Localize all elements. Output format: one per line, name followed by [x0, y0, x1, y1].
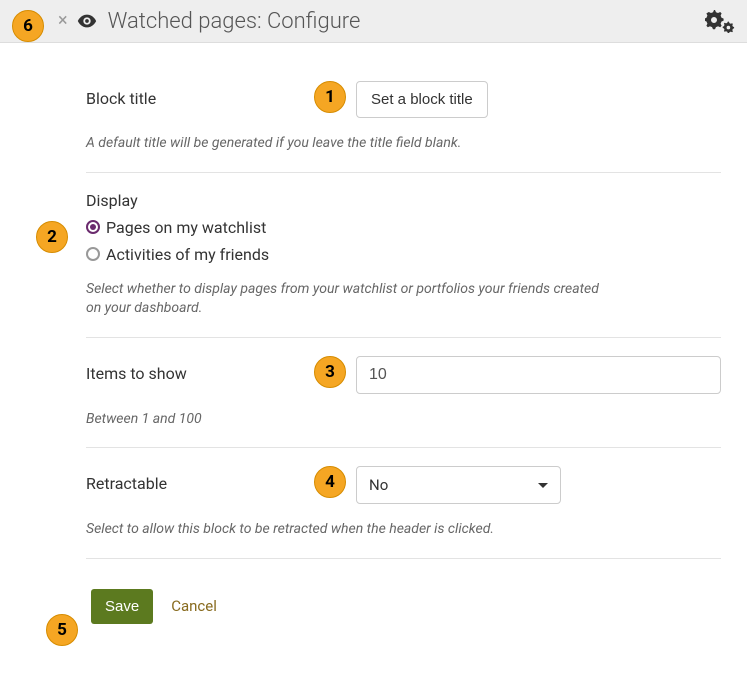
eye-icon [76, 10, 98, 32]
radio-watchlist[interactable]: Pages on my watchlist [86, 218, 721, 237]
items-to-show-help: Between 1 and 100 [86, 410, 721, 430]
modal-header: × Watched pages: Configure [0, 0, 747, 43]
radio-dot-icon [86, 220, 100, 234]
retractable-help: Select to allow this block to be retract… [86, 520, 721, 540]
block-title-help: A default title will be generated if you… [86, 134, 721, 154]
page-title: Watched pages: Configure [108, 9, 361, 34]
retractable-value: No [369, 476, 388, 494]
radio-friends[interactable]: Activities of my friends [86, 245, 721, 264]
display-help: Select whether to display pages from you… [86, 280, 616, 319]
retractable-select[interactable]: No [356, 466, 561, 504]
callout-6: 6 [12, 10, 44, 42]
divider [86, 558, 721, 559]
callout-2: 2 [36, 221, 68, 253]
display-label: Display [86, 191, 356, 210]
radio-friends-label: Activities of my friends [106, 245, 269, 264]
save-button[interactable]: Save [91, 589, 153, 624]
items-to-show-input[interactable] [356, 356, 721, 394]
radio-watchlist-label: Pages on my watchlist [106, 218, 266, 237]
set-block-title-button[interactable]: Set a block title [356, 81, 488, 118]
gear-icon[interactable] [705, 8, 737, 34]
radio-dot-icon [86, 247, 100, 261]
callout-5: 5 [46, 614, 78, 646]
chevron-down-icon [538, 483, 548, 488]
cancel-link[interactable]: Cancel [171, 597, 217, 615]
callout-3: 3 [314, 356, 346, 388]
callout-1: 1 [314, 81, 346, 113]
